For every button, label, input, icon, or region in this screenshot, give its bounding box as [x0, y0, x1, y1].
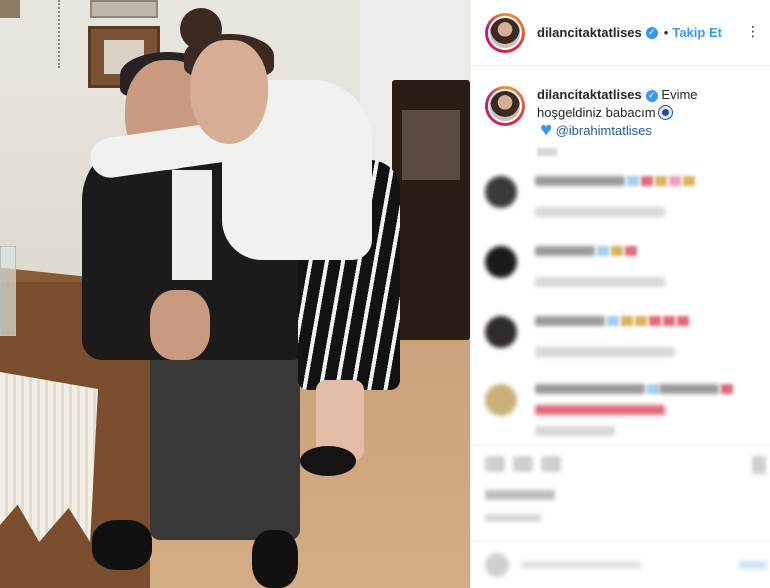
separator-dot: • — [663, 25, 669, 40]
comment-body — [535, 176, 695, 233]
comment-meta-blurred — [535, 277, 665, 287]
comment-text-blurred — [535, 176, 695, 207]
divider — [471, 444, 770, 445]
bookmark-icon[interactable] — [752, 456, 766, 474]
man-legs — [150, 330, 300, 540]
verified-badge-icon: ✓ — [645, 26, 658, 39]
post-comment-button[interactable] — [739, 561, 767, 569]
author-username[interactable]: dilancitaktatlises — [537, 25, 642, 40]
comment-item — [485, 246, 665, 303]
comment-meta-blurred — [535, 207, 665, 217]
caption-avatar[interactable] — [485, 86, 525, 126]
comment-icon[interactable] — [513, 456, 533, 472]
more-options-icon[interactable]: ⋮ — [746, 24, 760, 40]
avatar-image — [488, 15, 522, 50]
likes-count-blurred[interactable] — [485, 490, 555, 500]
wall-frame-top — [90, 0, 158, 18]
comment-text-blurred — [535, 405, 733, 426]
author-avatar[interactable] — [485, 12, 525, 53]
comment-body — [535, 316, 689, 373]
man-shirt — [172, 170, 212, 280]
comment-text-blurred — [535, 384, 733, 405]
caption-time-blurred — [537, 148, 557, 156]
man-hand — [150, 290, 210, 360]
avatar-image — [488, 89, 522, 123]
comment-avatar[interactable] — [485, 246, 517, 278]
girl-shoe — [300, 446, 356, 476]
post-side-panel: dilancitaktatlises ✓ • Takip Et ⋮ dilanc… — [470, 0, 770, 588]
follow-button[interactable]: Takip Et — [672, 25, 722, 40]
comment-body — [535, 384, 733, 452]
share-icon[interactable] — [541, 456, 561, 472]
post-actions — [485, 456, 561, 472]
like-icon[interactable] — [485, 456, 505, 472]
caption-mention[interactable]: @ibrahimtatlises — [556, 123, 652, 138]
nazar-eye-icon — [658, 106, 672, 119]
cabinet-glass — [402, 110, 460, 180]
post-date-blurred — [485, 514, 541, 522]
man-shoe — [252, 530, 298, 588]
comment-avatar[interactable] — [485, 176, 517, 208]
caption-text: dilancitaktatlises ✓ Evime hoşgeldiniz ba… — [537, 86, 756, 140]
wall-clock — [0, 0, 20, 18]
comment-meta-blurred — [535, 426, 615, 436]
post-header: dilancitaktatlises ✓ • Takip Et ⋮ — [471, 0, 770, 66]
comment-avatar[interactable] — [485, 384, 517, 416]
comment-meta-blurred — [535, 347, 675, 357]
hanging-chain — [58, 0, 66, 68]
comment-avatar[interactable] — [485, 316, 517, 348]
post-photo[interactable] — [0, 0, 470, 588]
comment-item — [485, 384, 733, 452]
caption-username[interactable]: dilancitaktatlises — [537, 87, 642, 102]
man-shoe — [92, 520, 152, 570]
comment-item — [485, 316, 689, 373]
comment-body — [535, 246, 665, 303]
emoji-icon[interactable] — [485, 553, 509, 577]
caption-body-2: babacım — [605, 105, 656, 120]
comment-text-blurred — [535, 316, 689, 347]
verified-badge-icon: ✓ — [645, 90, 658, 102]
drinking-glass — [0, 246, 16, 336]
post-caption: dilancitaktatlises ✓ Evime hoşgeldiniz ba… — [471, 66, 770, 140]
add-comment-input[interactable] — [521, 561, 641, 569]
comment-item — [485, 176, 695, 233]
add-comment-bar — [471, 540, 770, 588]
girl-head — [190, 40, 268, 144]
comment-text-blurred — [535, 246, 665, 277]
blue-heart-icon: ♥ — [540, 123, 553, 139]
